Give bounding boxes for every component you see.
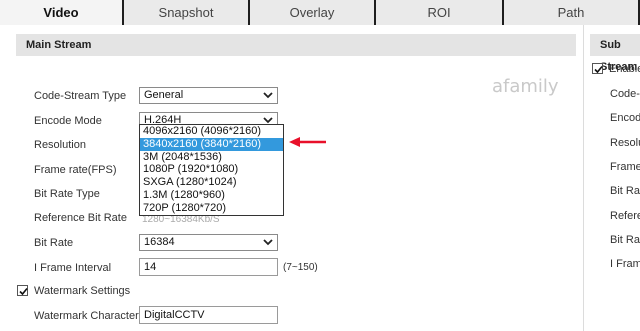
watermark-settings-label: Watermark Settings — [34, 285, 131, 297]
watermark-character-input[interactable]: DigitalCCTV — [139, 306, 278, 324]
resolution-option[interactable]: 3M (2048*1536) — [140, 151, 283, 164]
sub-encode-label: Encode — [610, 112, 640, 124]
bit-rate-value: 16384 — [144, 236, 175, 248]
code-stream-type-label: Code-Stream Type — [34, 90, 127, 102]
code-stream-type-select[interactable]: General — [139, 87, 278, 104]
bit-rate-select[interactable]: 16384 — [139, 234, 278, 251]
resolution-dropdown-list[interactable]: 4096x2160 (4096*2160) 3840x2160 (3840*21… — [139, 124, 284, 216]
resolution-option[interactable]: 1080P (1920*1080) — [140, 163, 283, 176]
tab-roi[interactable]: ROI — [376, 0, 504, 25]
encode-mode-label: Encode Mode — [34, 115, 102, 127]
panel-divider — [583, 25, 584, 331]
chevron-down-icon — [263, 92, 273, 99]
tab-overlay[interactable]: Overlay — [250, 0, 376, 25]
checkmark-icon — [594, 65, 603, 74]
red-arrow-icon — [289, 137, 326, 147]
resolution-option-selected[interactable]: 3840x2160 (3840*2160) — [140, 137, 283, 151]
sub-bit-rate-type-label: Bit Rat — [610, 185, 640, 197]
chevron-down-icon — [263, 239, 273, 246]
resolution-option[interactable]: 1.3M (1280*960) — [140, 189, 283, 202]
afamily-watermark-logo: afamily — [492, 76, 559, 97]
resolution-option[interactable]: SXGA (1280*1024) — [140, 176, 283, 189]
sub-stream-enable-label: Enable — [609, 63, 640, 75]
frame-rate-label: Frame rate(FPS) — [34, 164, 117, 176]
tab-snapshot[interactable]: Snapshot — [124, 0, 250, 25]
resolution-label: Resolution — [34, 139, 86, 151]
code-stream-type-value: General — [144, 89, 184, 101]
i-frame-interval-input[interactable]: 14 — [139, 258, 278, 276]
main-stream-title: Main Stream — [16, 34, 576, 56]
sub-i-frame-label: I Frame — [610, 258, 640, 270]
tab-bar: Video Snapshot Overlay ROI Path — [0, 0, 640, 25]
sub-stream-enable-checkbox[interactable] — [592, 63, 603, 74]
sub-frame-label: Frame — [610, 161, 640, 173]
sub-resolution-label: Resolu — [610, 137, 640, 149]
reference-bit-rate-label: Reference Bit Rate — [34, 212, 127, 224]
checkmark-icon — [19, 287, 28, 296]
bit-rate-type-label: Bit Rate Type — [34, 188, 100, 200]
sub-stream-title: Sub Stream — [590, 34, 640, 73]
watermark-character-label: Watermark Character — [34, 310, 139, 322]
tab-path[interactable]: Path — [504, 0, 640, 25]
sub-bit-rate-label: Bit Rat — [610, 234, 640, 246]
sub-reference-label: Refere — [610, 210, 640, 222]
i-frame-interval-range: (7~150) — [283, 262, 318, 273]
bit-rate-label: Bit Rate — [34, 237, 74, 249]
tab-video[interactable]: Video — [0, 0, 124, 25]
sub-code-stream-label: Code-S — [610, 88, 640, 100]
watermark-settings-checkbox[interactable] — [17, 285, 28, 296]
resolution-option[interactable]: 4096x2160 (4096*2160) — [140, 125, 283, 138]
i-frame-interval-label: I Frame Interval — [34, 262, 112, 274]
resolution-option[interactable]: 720P (1280*720) — [140, 202, 283, 215]
